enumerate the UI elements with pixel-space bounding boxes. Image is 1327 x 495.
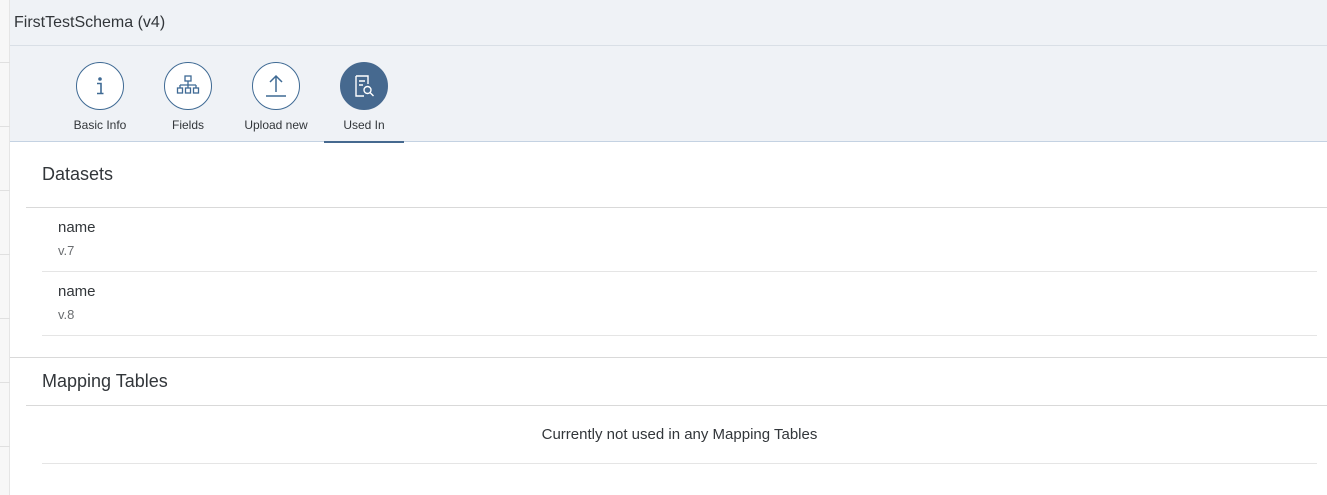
title-bar: FirstTestSchema (v4) (10, 0, 1327, 46)
icon-tab-bar: Basic Info Fields Upload new Used In (10, 46, 1327, 143)
list-item[interactable]: name v.8 (42, 272, 1317, 336)
rail-divider (0, 382, 10, 383)
tab-fields[interactable]: Fields (148, 46, 228, 142)
document-search-icon (340, 62, 388, 110)
page-title: FirstTestSchema (v4) (14, 13, 166, 31)
rail-divider (0, 62, 10, 63)
tab-used-in[interactable]: Used In (324, 46, 404, 143)
tab-label: Upload new (244, 118, 308, 132)
rail-divider (0, 126, 10, 127)
left-rail (0, 0, 10, 495)
object-page: FirstTestSchema (v4) Basic Info Fields U… (10, 0, 1327, 495)
rail-divider (0, 318, 10, 319)
rail-divider (0, 446, 10, 447)
tab-label: Basic Info (73, 118, 127, 132)
dataset-name: name (58, 283, 96, 300)
dataset-name: name (58, 219, 96, 236)
section-divider (10, 336, 1327, 358)
datasets-list: name v.7 name v.8 (42, 208, 1317, 336)
mapping-tables-section-header: Mapping Tables (26, 358, 1327, 406)
no-data-message: Currently not used in any Mapping Tables (42, 406, 1317, 464)
hierarchy-icon (164, 62, 212, 110)
dataset-version: v.7 (58, 243, 75, 258)
info-icon (76, 62, 124, 110)
datasets-section-header: Datasets (26, 142, 1327, 208)
rail-divider (0, 254, 10, 255)
section-title: Datasets (42, 164, 114, 184)
upload-icon (252, 62, 300, 110)
tab-label: Used In (343, 118, 385, 132)
list-item[interactable]: name v.7 (42, 208, 1317, 272)
tab-upload-new[interactable]: Upload new (236, 46, 316, 142)
tab-label: Fields (171, 118, 204, 132)
rail-divider (0, 190, 10, 191)
tab-basic-info[interactable]: Basic Info (60, 46, 140, 142)
content-area: Datasets name v.7 name v.8 Mapping Table… (10, 142, 1327, 464)
section-title: Mapping Tables (42, 371, 168, 391)
dataset-version: v.8 (58, 307, 75, 322)
